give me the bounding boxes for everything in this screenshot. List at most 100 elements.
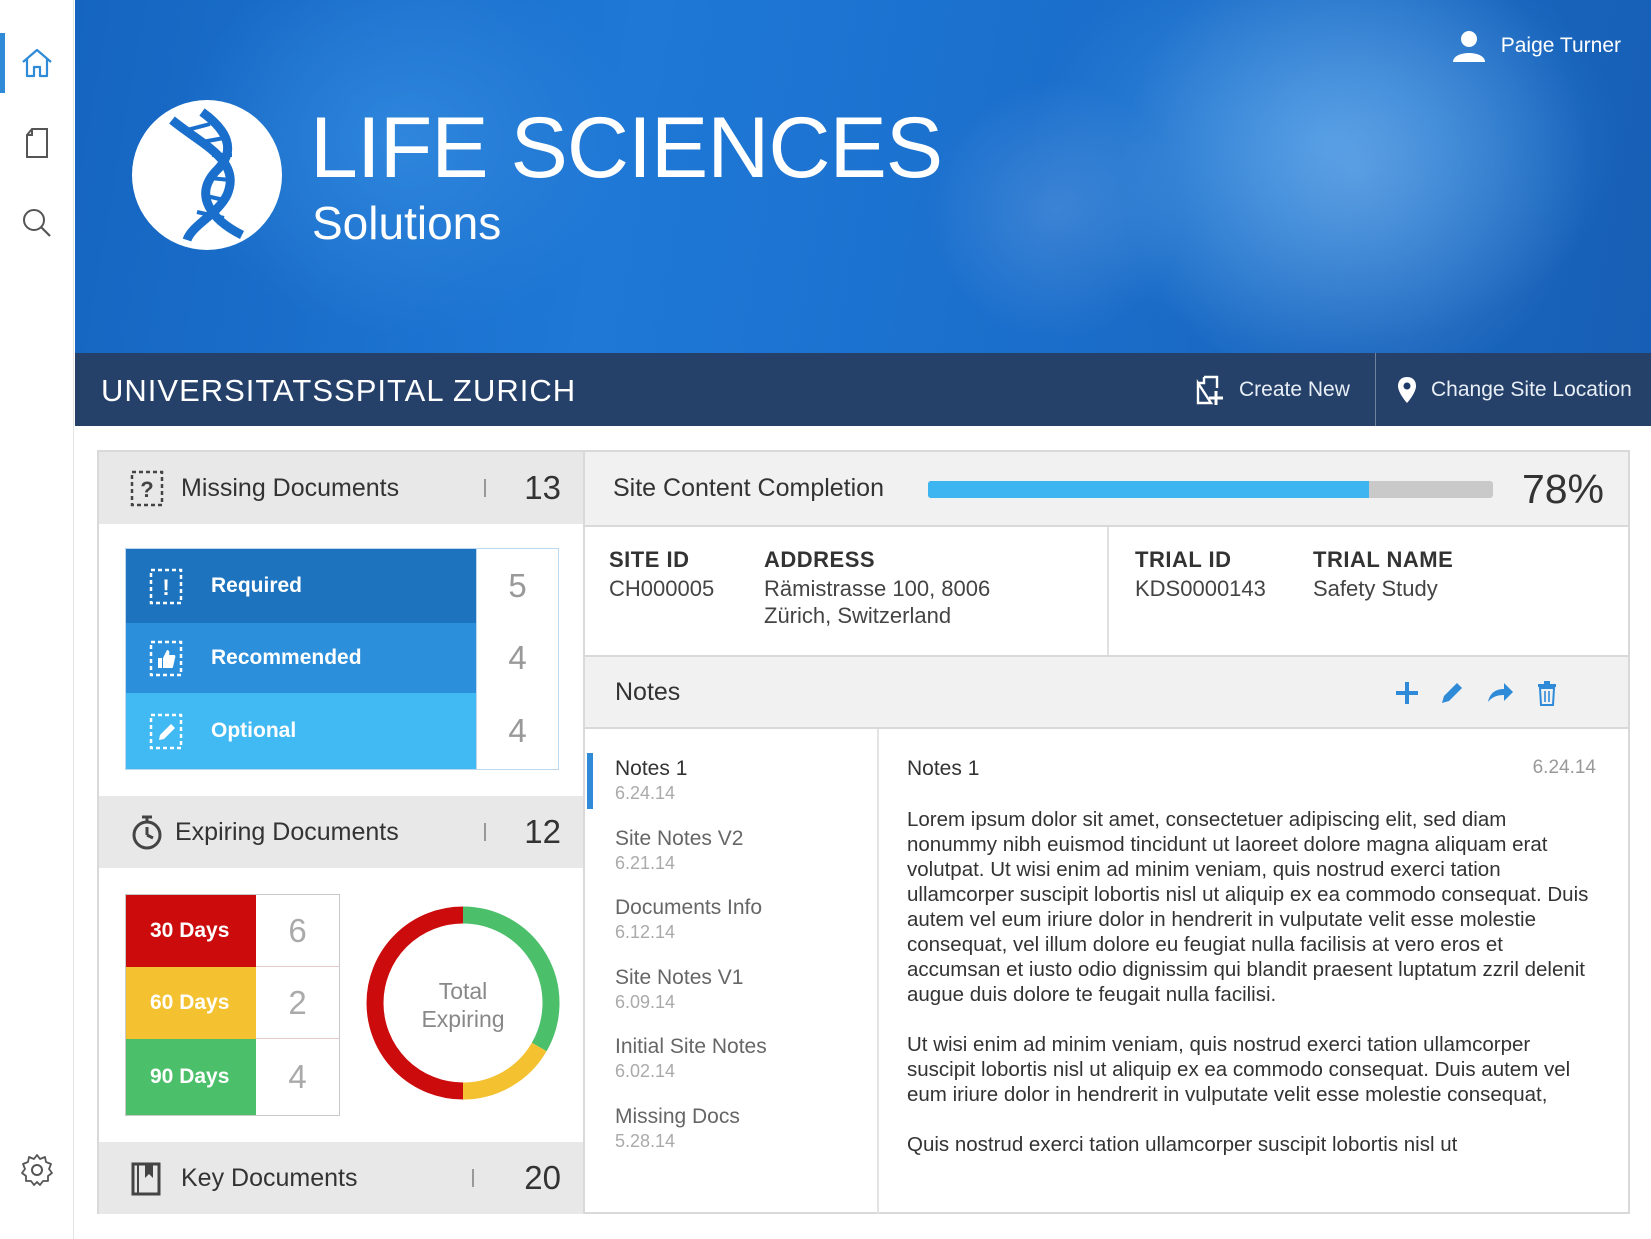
key-documents-count: 20: [524, 1159, 561, 1196]
note-list-item-date: 6.12.14: [615, 922, 676, 942]
required-count: 5: [476, 549, 558, 623]
logo-subtitle: Solutions: [312, 197, 502, 249]
search-icon: [23, 209, 51, 237]
note-list-item-title: Missing Docs: [615, 1104, 740, 1128]
note-view: Notes 1 6.24.14 Lorem ipsum dolor sit am…: [881, 729, 1626, 1214]
missing-documents-title: Missing Documents: [181, 473, 400, 502]
note-list-item[interactable]: Site Notes V1 6.09.14: [585, 960, 875, 1022]
share-icon: [1488, 683, 1513, 702]
expiring-90-days-label: 90 Days: [126, 1039, 256, 1115]
donut-label-line2: Expiring: [421, 1006, 505, 1032]
note-view-body: Lorem ipsum dolor sit amet, consectetuer…: [907, 807, 1597, 1197]
logo-title: LIFE SCIENCES: [310, 100, 943, 196]
note-list-item-date: 6.24.14: [615, 783, 676, 803]
key-documents-header[interactable]: Key Documents 20: [99, 1142, 583, 1214]
site-id-label: SITE ID: [609, 547, 690, 572]
add-icon: [1396, 682, 1418, 704]
home-icon: [22, 48, 52, 78]
missing-documents-header[interactable]: ? Missing Documents 13: [99, 452, 583, 524]
sidebar-item-documents[interactable]: [0, 113, 74, 173]
missing-documents-table: ! Required 5 Recommended 4 Optional 4: [125, 548, 559, 770]
completion-progress-fill: [928, 481, 1369, 498]
site-info: SITE ID CH000005 ADDRESS Rämistrasse 100…: [585, 527, 1628, 657]
note-list-item-title: Site Notes V1: [615, 965, 744, 989]
sidebar: [0, 0, 74, 1239]
expiring-documents-header[interactable]: Expiring Documents 12: [99, 796, 583, 868]
notes-header: Notes: [585, 657, 1628, 729]
hero-banner: Paige Turner LIFE SCIENCES Solutions: [75, 0, 1651, 353]
site-id-block: SITE ID CH000005: [609, 547, 714, 602]
recommended-label-cell: Recommended: [126, 623, 476, 693]
share-note-button[interactable]: [1484, 677, 1516, 709]
optional-count: 4: [476, 693, 558, 769]
recommended-label: Recommended: [211, 646, 362, 669]
header-separator: [484, 823, 486, 841]
site-name: UNIVERSITATSSPITAL ZURICH: [101, 373, 577, 408]
expiring-60-days-row[interactable]: 60 Days 2: [126, 967, 339, 1039]
expiring-60-days-count: 2: [256, 967, 339, 1039]
note-list-item[interactable]: Initial Site Notes 6.02.14: [585, 1029, 875, 1091]
trial-id-label: TRIAL ID: [1135, 547, 1232, 572]
notes-title: Notes: [615, 678, 681, 706]
gear-icon: [21, 1154, 53, 1186]
donut-label: Total Expiring: [362, 977, 564, 1033]
expiring-30-days-row[interactable]: 30 Days 6: [126, 895, 339, 967]
sidebar-item-search[interactable]: [0, 193, 74, 253]
completion-percent: 78%: [1521, 466, 1604, 512]
expiring-documents-title: Expiring Documents: [175, 817, 399, 846]
note-list-item-date: 6.09.14: [615, 991, 676, 1012]
add-note-button[interactable]: [1391, 677, 1423, 709]
bar-divider: [1375, 353, 1376, 426]
sidebar-item-home[interactable]: [0, 33, 74, 93]
sidebar-item-settings[interactable]: [0, 1140, 74, 1200]
note-list-item[interactable]: Notes 1 6.24.14: [585, 751, 875, 813]
note-view-title: Notes 1: [907, 757, 980, 780]
create-new-button[interactable]: Create New: [1195, 353, 1350, 426]
expiring-documents-count: 12: [524, 813, 561, 850]
note-list-item[interactable]: Site Notes V2 6.21.14: [585, 821, 875, 883]
note-list-item[interactable]: Missing Docs 5.28.14: [585, 1099, 875, 1161]
optional-row[interactable]: Optional 4: [126, 693, 558, 769]
header-separator: [472, 1169, 474, 1187]
recommended-count: 4: [476, 623, 558, 693]
site-id-value: CH000005: [609, 576, 715, 601]
note-list-item-title: Notes 1: [615, 757, 688, 780]
note-paragraph: Lorem ipsum dolor sit amet, consectetuer…: [907, 808, 1589, 1006]
required-row[interactable]: ! Required 5: [126, 549, 558, 623]
note-list-item-title: Site Notes V2: [615, 826, 744, 850]
trial-name-value: Safety Study: [1313, 576, 1438, 601]
user-menu[interactable]: Paige Turner: [1451, 30, 1621, 62]
required-label-cell: ! Required: [126, 549, 476, 623]
pencil-icon: [149, 713, 183, 750]
header-separator: [484, 479, 486, 497]
map-pin-icon: [1398, 376, 1416, 403]
dna-logo: [132, 100, 282, 250]
address-value: Rämistrasse 100, 8006 Zürich, Switzerlan…: [764, 576, 991, 628]
completion-title: Site Content Completion: [613, 474, 884, 502]
note-list-item[interactable]: Documents Info 6.12.14: [585, 890, 875, 952]
optional-label-cell: Optional: [126, 693, 476, 769]
missing-document-icon: ?: [130, 470, 164, 507]
note-list-item-title: Initial Site Notes: [615, 1035, 767, 1058]
site-content-completion: Site Content Completion 78%: [585, 452, 1628, 527]
edit-note-button[interactable]: [1436, 677, 1468, 709]
change-site-label: Change Site Location: [1431, 377, 1632, 401]
stopwatch-icon: [132, 815, 162, 850]
user-name: Paige Turner: [1500, 34, 1621, 57]
add-document-icon: [1196, 375, 1223, 405]
note-list-item-date: 6.02.14: [615, 1061, 676, 1081]
expiring-90-days-count: 4: [256, 1039, 339, 1115]
note-paragraph: Quis nostrud exerci tation ullamcorper s…: [907, 1133, 1458, 1156]
recommended-row[interactable]: Recommended 4: [126, 623, 558, 693]
address-label: ADDRESS: [764, 547, 876, 572]
expiring-90-days-row[interactable]: 90 Days 4: [126, 1039, 339, 1115]
svg-text:!: !: [162, 575, 169, 600]
trial-id-block: TRIAL ID KDS0000143: [1135, 547, 1266, 602]
key-documents-title: Key Documents: [181, 1163, 358, 1192]
missing-documents-count: 13: [524, 469, 561, 506]
change-site-location-button[interactable]: Change Site Location: [1397, 353, 1632, 426]
documents-panel: ? Missing Documents 13 ! Required 5 Reco…: [97, 450, 585, 1214]
thumbs-up-icon: [149, 640, 183, 677]
note-paragraph: Ut wisi enim ad minim veniam, quis nostr…: [907, 1033, 1571, 1106]
delete-note-button[interactable]: [1531, 677, 1563, 709]
